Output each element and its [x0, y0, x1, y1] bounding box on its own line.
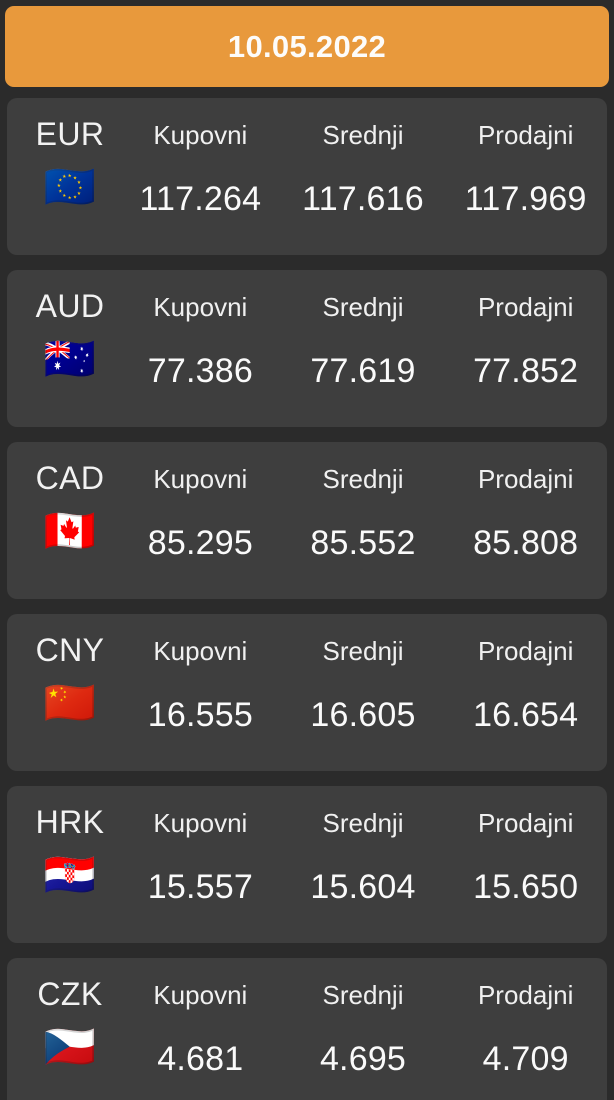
currency-code-label: CZK	[37, 976, 103, 1012]
currency-row-eur[interactable]: EUR 🇪🇺 Kupovni 117.264 Srednji 117.616 P…	[7, 98, 607, 255]
middle-value: 15.604	[310, 868, 416, 906]
middle-column: Srednji 77.619	[282, 270, 445, 390]
date-label: 10.05.2022	[227, 29, 387, 64]
sell-value: 16.654	[473, 696, 579, 734]
currency-identity: CNY 🇨🇳	[14, 614, 126, 771]
buy-column: Kupovni 16.555	[119, 614, 282, 734]
buy-value: 4.681	[157, 1040, 244, 1078]
middle-label: Srednji	[322, 120, 404, 150]
buy-value: 16.555	[147, 696, 253, 734]
sell-column: Prodajni 16.654	[444, 614, 607, 734]
buy-label: Kupovni	[153, 292, 248, 322]
buy-label: Kupovni	[153, 636, 248, 666]
date-header-banner[interactable]: 10.05.2022	[5, 6, 609, 87]
currency-rate-list[interactable]: EUR 🇪🇺 Kupovni 117.264 Srednji 117.616 P…	[0, 98, 614, 1100]
flag-european-union-icon: 🇪🇺	[43, 162, 97, 211]
currency-identity: AUD 🇦🇺	[14, 270, 126, 427]
currency-identity: CAD 🇨🇦	[14, 442, 126, 599]
middle-column: Srednji 4.695	[282, 958, 445, 1078]
currency-identity: EUR 🇪🇺	[14, 98, 126, 255]
currency-code-label: HRK	[35, 804, 105, 840]
middle-value: 16.605	[310, 696, 416, 734]
buy-value: 85.295	[147, 524, 253, 562]
flag-china-icon: 🇨🇳	[43, 678, 97, 727]
buy-column: Kupovni 4.681	[119, 958, 282, 1078]
buy-column: Kupovni 85.295	[119, 442, 282, 562]
rate-columns: Kupovni 4.681 Srednji 4.695 Prodajni 4.7…	[119, 958, 607, 1100]
middle-label: Srednji	[322, 980, 404, 1010]
buy-label: Kupovni	[153, 120, 248, 150]
middle-label: Srednji	[322, 464, 404, 494]
currency-code-label: CAD	[35, 460, 105, 496]
currency-code-label: EUR	[35, 116, 105, 152]
middle-value: 117.616	[302, 180, 424, 218]
sell-value: 4.709	[482, 1040, 569, 1078]
sell-label: Prodajni	[477, 808, 574, 838]
sell-value: 77.852	[473, 352, 579, 390]
sell-value: 15.650	[473, 868, 579, 906]
buy-label: Kupovni	[153, 464, 248, 494]
middle-column: Srednji 117.616	[282, 98, 445, 218]
sell-value: 85.808	[473, 524, 579, 562]
rate-columns: Kupovni 85.295 Srednji 85.552 Prodajni 8…	[119, 442, 607, 599]
currency-row-czk[interactable]: CZK 🇨🇿 Kupovni 4.681 Srednji 4.695 Proda…	[7, 958, 607, 1100]
buy-column: Kupovni 117.264	[119, 98, 282, 218]
middle-label: Srednji	[322, 292, 404, 322]
buy-column: Kupovni 77.386	[119, 270, 282, 390]
sell-column: Prodajni 117.969	[444, 98, 607, 218]
sell-column: Prodajni 85.808	[444, 442, 607, 562]
rate-columns: Kupovni 77.386 Srednji 77.619 Prodajni 7…	[119, 270, 607, 427]
rate-columns: Kupovni 15.557 Srednji 15.604 Prodajni 1…	[119, 786, 607, 943]
sell-label: Prodajni	[477, 464, 574, 494]
sell-value: 117.969	[464, 180, 587, 218]
sell-label: Prodajni	[477, 292, 574, 322]
currency-row-hrk[interactable]: HRK 🇭🇷 Kupovni 15.557 Srednji 15.604 Pro…	[7, 786, 607, 943]
sell-label: Prodajni	[477, 980, 574, 1010]
buy-value: 77.386	[147, 352, 253, 390]
currency-code-label: AUD	[35, 288, 105, 324]
middle-value: 85.552	[310, 524, 416, 562]
buy-column: Kupovni 15.557	[119, 786, 282, 906]
currency-row-cad[interactable]: CAD 🇨🇦 Kupovni 85.295 Srednji 85.552 Pro…	[7, 442, 607, 599]
middle-value: 4.695	[319, 1040, 407, 1078]
sell-column: Prodajni 77.852	[444, 270, 607, 390]
middle-label: Srednji	[322, 636, 404, 666]
middle-value: 77.619	[310, 352, 416, 390]
currency-row-cny[interactable]: CNY 🇨🇳 Kupovni 16.555 Srednji 16.605 Pro…	[7, 614, 607, 771]
buy-value: 117.264	[139, 180, 262, 218]
sell-column: Prodajni 15.650	[444, 786, 607, 906]
rate-columns: Kupovni 16.555 Srednji 16.605 Prodajni 1…	[119, 614, 607, 771]
currency-identity: CZK 🇨🇿	[14, 958, 126, 1100]
buy-label: Kupovni	[153, 980, 248, 1010]
rate-columns: Kupovni 117.264 Srednji 117.616 Prodajni…	[119, 98, 607, 255]
sell-label: Prodajni	[477, 636, 574, 666]
currency-identity: HRK 🇭🇷	[14, 786, 126, 943]
middle-label: Srednji	[322, 808, 404, 838]
middle-column: Srednji 85.552	[282, 442, 445, 562]
sell-column: Prodajni 4.709	[444, 958, 607, 1078]
buy-value: 15.557	[147, 868, 253, 906]
flag-australia-icon: 🇦🇺	[43, 334, 97, 383]
currency-row-aud[interactable]: AUD 🇦🇺 Kupovni 77.386 Srednji 77.619 Pro…	[7, 270, 607, 427]
currency-code-label: CNY	[35, 632, 105, 668]
flag-czech-republic-icon: 🇨🇿	[43, 1022, 97, 1071]
middle-column: Srednji 16.605	[282, 614, 445, 734]
sell-label: Prodajni	[477, 120, 574, 150]
exchange-rates-screen: 10.05.2022 EUR 🇪🇺 Kupovni 117.264 Srednj…	[0, 0, 614, 1100]
flag-croatia-icon: 🇭🇷	[43, 850, 97, 899]
buy-label: Kupovni	[153, 808, 248, 838]
flag-canada-icon: 🇨🇦	[43, 506, 97, 555]
middle-column: Srednji 15.604	[282, 786, 445, 906]
